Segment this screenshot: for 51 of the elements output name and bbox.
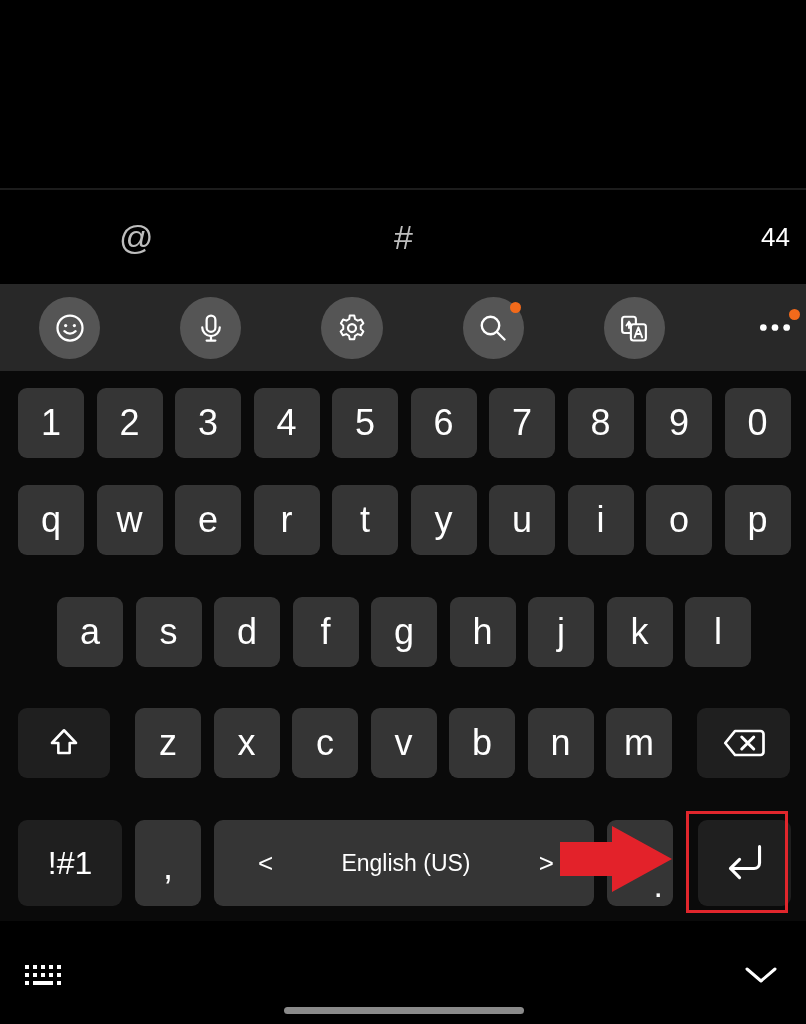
backspace-key[interactable] — [697, 708, 790, 778]
key[interactable]: 9 — [646, 388, 712, 458]
key[interactable]: r — [253, 485, 320, 555]
key[interactable]: 1 — [18, 388, 84, 458]
previous-language[interactable]: < — [258, 847, 274, 879]
space-bar[interactable]: < English (US) > — [214, 820, 594, 906]
next-language[interactable]: > — [538, 847, 554, 879]
shift-key[interactable] — [18, 708, 110, 778]
emoji-icon — [54, 312, 85, 343]
key[interactable]: v — [370, 708, 437, 778]
key[interactable]: i — [567, 485, 634, 555]
language-label: English (US) — [341, 849, 471, 877]
key[interactable]: d — [214, 597, 280, 667]
key[interactable]: b — [449, 708, 515, 778]
key[interactable]: p — [724, 485, 791, 555]
suggestion[interactable]: # — [394, 217, 413, 257]
key[interactable]: 0 — [724, 388, 791, 458]
key[interactable]: y — [410, 485, 477, 555]
key[interactable]: t — [332, 485, 398, 555]
key[interactable]: f — [292, 597, 359, 667]
key[interactable]: 3 — [175, 388, 241, 458]
key[interactable]: 2 — [96, 388, 163, 458]
key[interactable]: z — [135, 708, 201, 778]
key[interactable]: s — [135, 597, 202, 667]
key[interactable]: h — [449, 597, 516, 667]
key[interactable]: n — [527, 708, 594, 778]
more-icon — [760, 324, 791, 331]
key[interactable]: o — [646, 485, 712, 555]
chevron-down-icon[interactable] — [744, 965, 778, 985]
key[interactable]: 5 — [332, 388, 398, 458]
enter-key[interactable] — [698, 820, 791, 906]
key[interactable]: e — [175, 485, 241, 555]
key[interactable]: k — [606, 597, 673, 667]
key[interactable]: w — [96, 485, 163, 555]
key[interactable]: m — [606, 708, 672, 778]
key[interactable]: u — [489, 485, 555, 555]
symbols-key[interactable]: !#1 — [18, 820, 122, 906]
key[interactable]: l — [685, 597, 751, 667]
key[interactable]: , — [135, 820, 201, 906]
key[interactable]: j — [528, 597, 594, 667]
character-count: 44 — [761, 221, 790, 253]
key[interactable]: 8 — [567, 388, 634, 458]
key[interactable]: g — [371, 597, 437, 667]
suggestion[interactable]: @ — [119, 217, 154, 257]
key[interactable]: 6 — [410, 388, 477, 458]
key[interactable]: q — [18, 485, 84, 555]
key[interactable]: 4 — [253, 388, 320, 458]
key[interactable]: 7 — [489, 388, 555, 458]
key[interactable]: c — [292, 708, 358, 778]
key[interactable]: x — [213, 708, 280, 778]
key[interactable]: a — [57, 597, 123, 667]
